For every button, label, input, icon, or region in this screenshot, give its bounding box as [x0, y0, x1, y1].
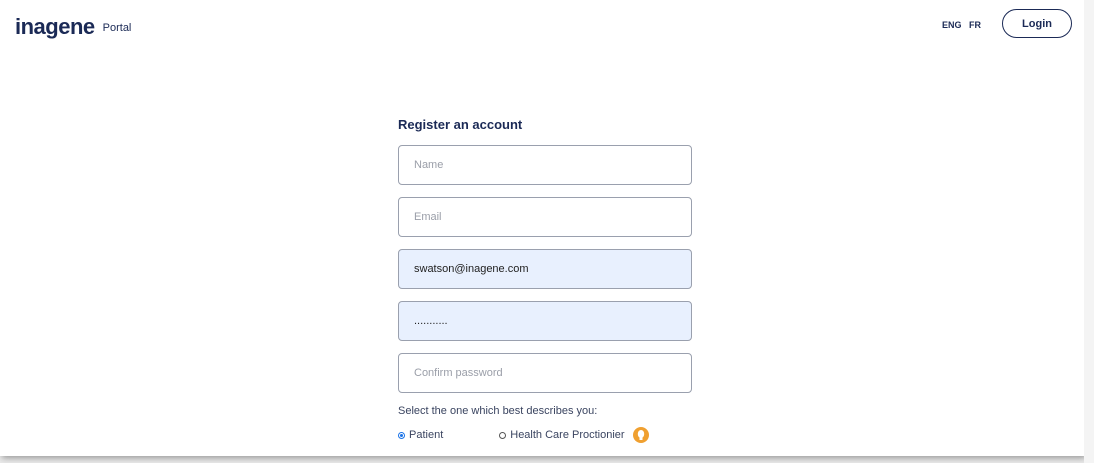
brand[interactable]: inagene Portal	[15, 14, 131, 40]
logo[interactable]: inagene	[15, 14, 95, 40]
radio-checked-icon[interactable]	[398, 431, 405, 439]
patient-radio[interactable]: Patient	[398, 429, 443, 441]
role-radio-group: Patient Health Care Proctionier	[398, 425, 692, 445]
register-form: Register an account Select the one which…	[398, 117, 692, 445]
info-icon[interactable]	[632, 427, 649, 443]
radio-unchecked-icon[interactable]	[499, 431, 507, 439]
portal-label: Portal	[102, 22, 132, 34]
patient-label: Patient	[409, 429, 444, 441]
email-input[interactable]	[398, 197, 692, 237]
confirm-password-input[interactable]	[398, 353, 692, 393]
health-care-label: Health Care Proctionier	[510, 429, 625, 441]
header: inagene Portal ENG FR Login	[0, 0, 1084, 52]
password-input[interactable]	[398, 301, 692, 341]
language-fr-link[interactable]: FR	[969, 20, 981, 30]
login-button[interactable]: Login	[1002, 9, 1072, 38]
form-title: Register an account	[398, 117, 523, 132]
name-input[interactable]	[398, 145, 692, 185]
app-window: inagene Portal ENG FR Login Register an …	[0, 0, 1084, 456]
health-care-radio[interactable]: Health Care Proctionier	[499, 427, 649, 443]
describe-label: Select the one which best describes you:	[398, 405, 598, 417]
background-edge	[1084, 0, 1094, 463]
username-input[interactable]	[398, 249, 692, 289]
language-eng-link[interactable]: ENG	[942, 20, 962, 30]
